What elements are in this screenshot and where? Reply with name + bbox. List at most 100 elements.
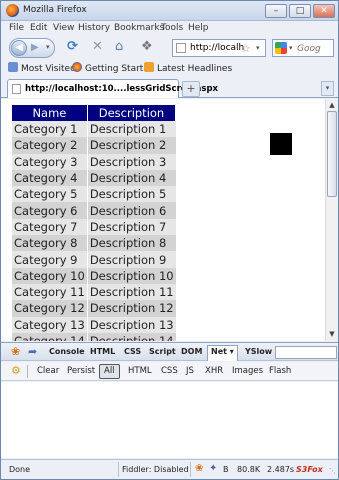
firebug-tab-net[interactable]: Net ▾ [207, 345, 238, 361]
menu-bar: File Edit View History Bookmarks Tools H… [1, 21, 338, 36]
firebug-tab-yslow[interactable]: YSlow [245, 347, 272, 356]
history-dropdown-icon[interactable]: ▾ [46, 43, 50, 51]
scroll-up-icon[interactable]: ▲ [327, 100, 337, 111]
scroll-down-icon[interactable]: ▼ [327, 329, 337, 340]
net-panel [1, 382, 338, 458]
filter-xhr-button[interactable]: XHR [205, 366, 223, 376]
filter-images-button[interactable]: Images [232, 366, 263, 376]
home-icon[interactable]: ⌂ [115, 40, 123, 54]
menu-file[interactable]: File [9, 23, 24, 33]
search-input[interactable] [297, 42, 331, 55]
menu-view[interactable]: View [53, 23, 74, 33]
scrollbar-thumb[interactable] [327, 111, 337, 197]
description-cell: Description 9 [87, 251, 176, 268]
inspect-icon[interactable]: ➦ [28, 346, 37, 358]
filter-js-button[interactable]: JS [186, 366, 194, 376]
table-row: Category 13 Description 13 [12, 316, 176, 333]
filter-html-button[interactable]: HTML [128, 366, 152, 376]
table-row: Category 11 Description 11 [12, 283, 176, 301]
firebug-search-input[interactable] [275, 346, 337, 359]
firefox-bookmark-icon [72, 62, 82, 72]
category-cell: Category 3 [12, 153, 88, 170]
addon-icon[interactable]: ❖ [141, 40, 153, 54]
bookmark-most-visited[interactable]: Most Visited [8, 62, 76, 74]
close-button[interactable]: ✕ [313, 4, 335, 18]
back-forward-group: ◀ ▶ ▾ [9, 38, 55, 58]
firebug-tab-script[interactable]: Script [149, 347, 176, 356]
status-divider [190, 462, 191, 477]
yslow-grade[interactable]: B [223, 465, 229, 474]
google-icon[interactable] [275, 42, 287, 54]
page-size[interactable]: 80.8K [237, 465, 260, 474]
net-options-icon[interactable]: ⚙ [11, 365, 21, 377]
filter-css-button[interactable]: CSS [161, 366, 178, 376]
firebug-toolbar: ❀ ➦ Console HTML CSS Script DOM Net ▾ YS… [1, 342, 338, 361]
table-row: Category 2 Description 2 [12, 137, 176, 154]
rss-feed-icon [144, 62, 154, 72]
bookmark-latest-headlines[interactable]: Latest Headlines [144, 62, 232, 74]
clear-button[interactable]: Clear [37, 366, 59, 376]
category-cell: Category 2 [12, 137, 88, 154]
toolbar-divider [27, 365, 28, 378]
load-time[interactable]: 2.487s [267, 465, 294, 474]
fiddler-status[interactable]: Fiddler: Disabled [122, 465, 189, 474]
s3fox-label[interactable]: S3Fox [296, 465, 323, 474]
new-tab-button[interactable]: + [182, 81, 200, 97]
category-cell: Category 9 [12, 251, 88, 268]
firebug-tab-console[interactable]: Console [49, 347, 85, 356]
url-text[interactable]: http://localh [190, 43, 244, 53]
firebug-bug-icon[interactable]: ❀ [11, 346, 20, 358]
filter-flash-button[interactable]: Flash [269, 366, 291, 376]
table-row: Category 12 Description 12 [12, 300, 176, 317]
vertical-scrollbar[interactable]: ▲ ▼ [325, 99, 337, 341]
menu-help[interactable]: Help [188, 23, 209, 33]
tab-favicon-icon [12, 84, 21, 94]
bookmark-star-icon[interactable]: ☆ [241, 42, 251, 55]
description-cell: Description 7 [87, 218, 176, 236]
persist-button[interactable]: Persist [67, 366, 95, 376]
firebug-status-icon[interactable]: ❀ [195, 463, 203, 474]
bookmark-label: Latest Headlines [157, 64, 233, 74]
description-cell: Description 1 [87, 121, 176, 138]
stop-icon[interactable]: ✕ [92, 40, 103, 54]
status-text: Done [9, 465, 31, 474]
table-row: Category 1 Description 1 [12, 121, 176, 138]
url-dropdown-icon[interactable]: ▾ [256, 44, 260, 52]
back-icon[interactable]: ◀ [11, 40, 27, 56]
url-bar[interactable]: http://localh ☆ ▾ [172, 39, 266, 57]
category-cell: Category 6 [12, 202, 88, 219]
category-cell: Category 4 [12, 169, 88, 187]
menu-bookmarks[interactable]: Bookmarks [114, 23, 164, 33]
table-row: Category 9 Description 9 [12, 251, 176, 268]
status-bar: Done Fiddler: Disabled ❀ ✦ B 80.8K 2.487… [1, 459, 338, 479]
tab-active[interactable]: http://localhost:10....lessGridScroll.as… [7, 79, 218, 98]
menu-tools[interactable]: Tools [161, 23, 183, 33]
reload-icon[interactable]: ⟳ [67, 40, 78, 54]
menu-edit[interactable]: Edit [30, 23, 47, 33]
firebug-tab-css[interactable]: CSS [124, 347, 141, 356]
description-cell: Description 13 [87, 316, 176, 333]
tab-list-dropdown-icon[interactable]: ▾ [321, 81, 334, 96]
search-bar[interactable]: ▾ [272, 39, 334, 57]
category-cell: Category 1 [12, 121, 88, 138]
resize-grip-icon[interactable]: ⋱ [329, 467, 336, 475]
firebug-tab-html[interactable]: HTML [90, 347, 115, 356]
table-row: Category 10 Description 10 [12, 267, 176, 284]
minimize-button[interactable]: – [265, 4, 287, 18]
net-panel-toolbar: ⚙ Clear Persist All HTML CSS JS XHR Imag… [1, 362, 338, 381]
firebug-tab-dom[interactable]: DOM [181, 347, 202, 356]
category-cell: Category 13 [12, 316, 88, 333]
firefox-logo-icon [6, 4, 19, 17]
table-row: Category 14 Description 14 [12, 332, 176, 341]
bookmark-getting-started[interactable]: Getting Started [72, 62, 155, 74]
bookmarks-toolbar: Most Visited Getting Started Latest Head… [1, 60, 338, 77]
maximize-button[interactable]: □ [289, 4, 311, 18]
page-content: Name Description Category 1 Description 1… [1, 99, 325, 341]
search-engine-dropdown-icon[interactable]: ▾ [289, 44, 293, 52]
filter-all-button[interactable]: All [99, 364, 120, 379]
description-cell: Description 8 [87, 235, 176, 252]
menu-history[interactable]: History [78, 23, 110, 33]
category-grid: Name Description Category 1 Description 1… [12, 105, 177, 341]
forward-icon[interactable]: ▶ [31, 42, 39, 53]
yslow-icon[interactable]: ✦ [209, 463, 217, 474]
